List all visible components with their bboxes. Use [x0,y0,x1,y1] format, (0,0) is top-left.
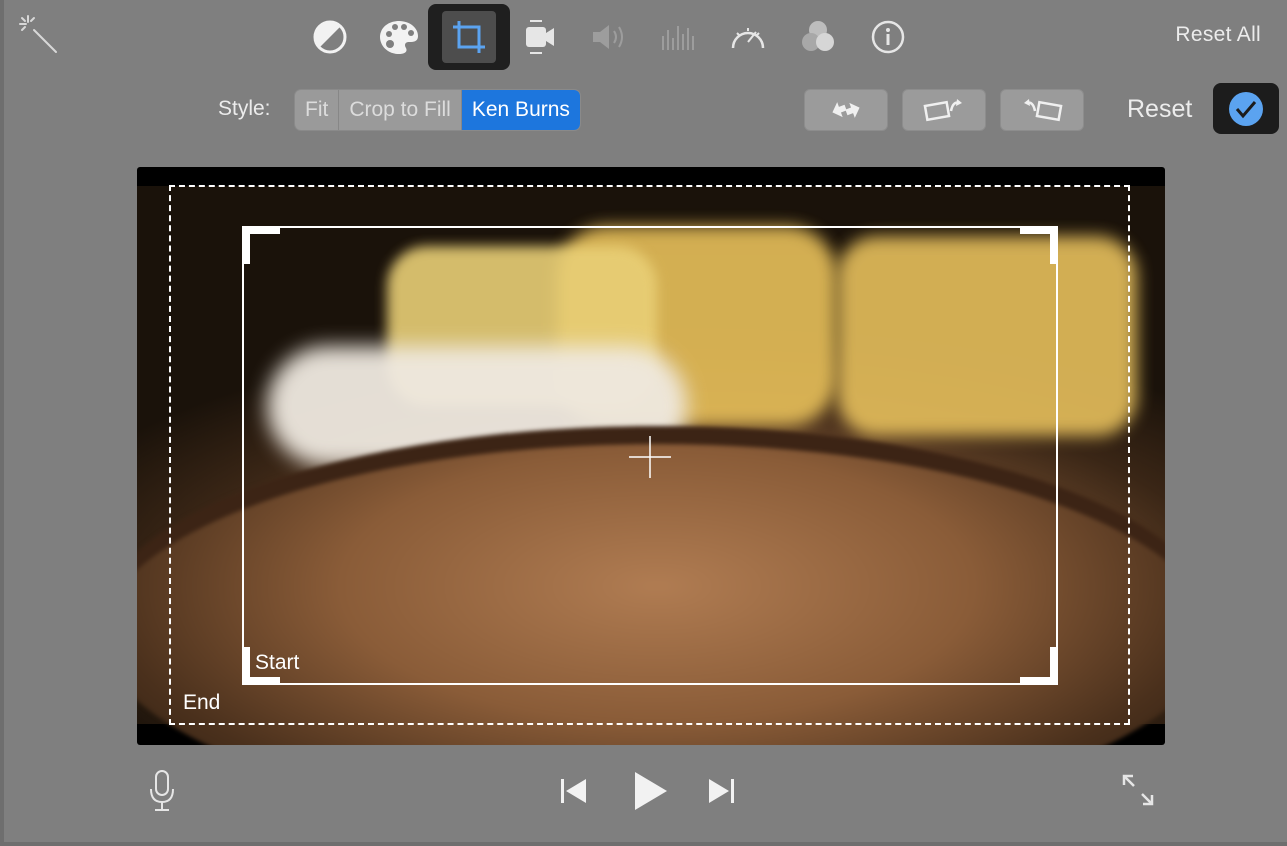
skip-back-icon [561,779,586,803]
skip-forward-icon [709,779,734,803]
crosshair-icon [629,436,671,478]
rotate-left-icon [923,99,962,122]
speed-icon[interactable] [723,12,773,62]
microphone-icon [150,770,174,811]
apply-button[interactable] [1213,83,1279,134]
start-frame-handle-top-right[interactable] [1020,226,1058,264]
color-balance-icon[interactable] [305,12,355,62]
equalizer-icon[interactable] [653,12,703,62]
crop-icon [442,11,496,63]
video-viewer: Start End [137,167,1165,745]
style-ken-burns-option[interactable]: Ken Burns [461,90,580,130]
magic-wand-icon[interactable] [14,10,64,60]
style-crop-to-fill-option[interactable]: Crop to Fill [339,90,462,130]
skip-forward-button[interactable] [703,772,739,810]
color-palette-icon[interactable] [374,12,424,62]
rotate-right-icon [1024,99,1063,122]
start-frame-handle-bottom-right[interactable] [1020,647,1058,685]
crop-style-selector: Fit Crop to Fill Ken Burns [294,89,581,131]
swap-start-end-button[interactable] [804,89,888,131]
end-label: End [183,691,221,714]
fullscreen-icon [1122,774,1154,806]
start-frame-handle-top-left[interactable] [242,226,280,264]
stabilization-icon[interactable] [515,12,565,62]
voiceover-button[interactable] [144,768,180,814]
reset-button[interactable]: Reset [1127,95,1192,124]
swap-start-end-icon [832,102,860,118]
info-icon[interactable] [863,12,913,62]
crop-tool-button[interactable] [428,4,510,70]
clip-filter-icon[interactable] [793,12,843,62]
volume-icon[interactable] [584,12,634,62]
crop-inspector-panel: Reset All Style: Fit Crop to Fill Ken Bu… [0,0,1287,846]
style-fit-option[interactable]: Fit [295,90,340,130]
rotate-left-button[interactable] [902,89,986,131]
skip-back-button[interactable] [556,772,592,810]
apply-checkmark-icon [1229,91,1263,126]
style-label: Style: [218,97,271,120]
rotate-right-button[interactable] [1000,89,1084,131]
start-label: Start [255,651,300,674]
play-button[interactable] [626,766,672,816]
play-icon [635,772,667,810]
fullscreen-button[interactable] [1118,770,1158,810]
reset-all-button[interactable]: Reset All [1175,23,1261,47]
